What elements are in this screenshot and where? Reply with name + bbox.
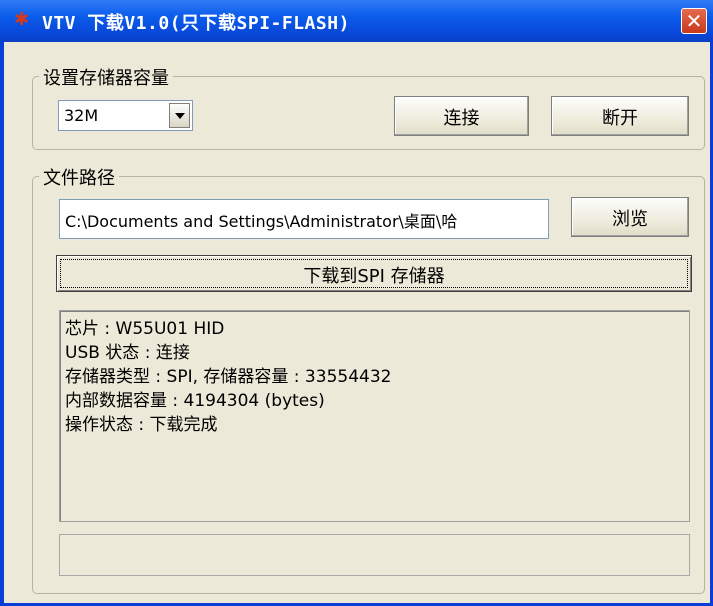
status-log: 芯片 : W55U01 HID USB 状态 : 连接 存储器类型 : SPI,… — [59, 310, 690, 522]
status-memory-type: 存储器类型 : SPI, 存储器容量 : 33554432 — [65, 367, 392, 387]
status-usb: USB 状态 : 连接 — [65, 343, 190, 363]
capacity-select[interactable]: 32M — [58, 100, 193, 131]
browse-button[interactable]: 浏览 — [571, 197, 689, 237]
title-bar[interactable]: ✱ VTV 下载V1.0(只下载SPI-FLASH) ✕ — [0, 0, 713, 42]
browse-button-label: 浏览 — [612, 209, 648, 230]
progress-bar — [59, 534, 690, 576]
app-window: ✱ VTV 下载V1.0(只下载SPI-FLASH) ✕ 设置存储器容量 32M… — [0, 0, 713, 606]
status-operation: 操作状态 : 下载完成 — [65, 415, 218, 435]
capacity-group-label: 设置存储器容量 — [39, 64, 173, 90]
connect-button-label: 连接 — [443, 108, 480, 129]
close-icon: ✕ — [685, 9, 703, 33]
app-icon: ✱ — [14, 9, 30, 30]
window-title: VTV 下载V1.0(只下载SPI-FLASH) — [42, 13, 350, 34]
capacity-select-value: 32M — [64, 106, 99, 125]
download-to-spi-button[interactable]: 下载到SPI 存储器 — [56, 255, 692, 292]
status-chip: 芯片 : W55U01 HID — [65, 319, 225, 339]
disconnect-button-label: 断开 — [602, 108, 638, 129]
chevron-down-icon[interactable] — [169, 103, 190, 128]
download-button-label: 下载到SPI 存储器 — [303, 266, 445, 287]
connect-button[interactable]: 连接 — [394, 96, 529, 136]
file-path-input[interactable]: C:\Documents and Settings\Administrator\… — [59, 199, 549, 239]
file-group-label: 文件路径 — [39, 164, 119, 190]
disconnect-button[interactable]: 断开 — [551, 96, 689, 136]
status-internal-capacity: 内部数据容量 : 4194304 (bytes) — [65, 391, 325, 411]
close-button[interactable]: ✕ — [681, 8, 707, 34]
